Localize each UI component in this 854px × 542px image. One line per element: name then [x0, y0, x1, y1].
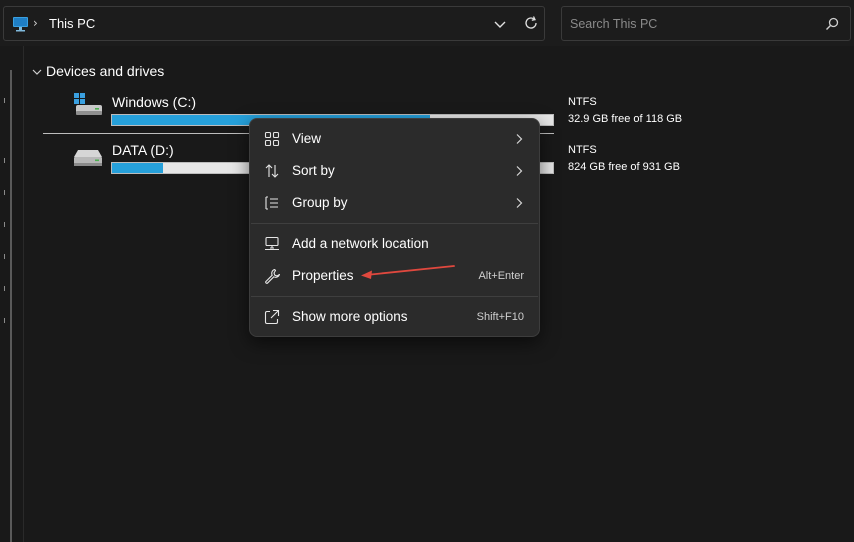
- menu-item-sort-by[interactable]: Sort by: [254, 156, 535, 186]
- menu-item-label: Show more options: [292, 309, 408, 324]
- chevron-down-icon[interactable]: [492, 16, 508, 32]
- wrench-icon: [265, 268, 280, 284]
- menu-separator: [251, 223, 538, 224]
- network-location-icon: [265, 236, 279, 251]
- pc-icon: [13, 17, 28, 32]
- search-box[interactable]: [561, 6, 851, 41]
- sort-icon: [265, 164, 279, 178]
- menu-item-show-more-options[interactable]: Show more options Shift+F10: [254, 302, 535, 332]
- share-icon: [264, 309, 280, 325]
- menu-item-properties[interactable]: Properties Alt+Enter: [254, 261, 535, 291]
- search-icon[interactable]: [824, 16, 840, 32]
- usage-bar-fill: [112, 163, 163, 173]
- menu-item-label: View: [292, 131, 322, 146]
- nav-pane-marker: [0, 254, 5, 259]
- menu-item-label: Add a network location: [292, 236, 429, 251]
- chevron-down-icon[interactable]: [31, 66, 43, 78]
- hard-drive-icon: [74, 150, 102, 166]
- nav-pane-marker: [0, 190, 5, 195]
- drive-name: DATA (D:): [112, 142, 174, 158]
- nav-pane-marker: [0, 286, 5, 291]
- nav-pane-marker: [0, 318, 5, 323]
- chevron-right-icon: [516, 198, 523, 208]
- menu-item-add-network-location[interactable]: Add a network location: [254, 229, 535, 259]
- toolbar: › This PC: [0, 0, 854, 46]
- filesystem-label: NTFS: [568, 96, 597, 108]
- refresh-icon[interactable]: [523, 15, 539, 31]
- menu-item-shortcut: Shift+F10: [476, 311, 524, 323]
- free-space-label: 824 GB free of 931 GB: [568, 161, 680, 173]
- breadcrumb-separator[interactable]: ›: [33, 16, 38, 30]
- search-input[interactable]: [570, 14, 810, 34]
- group-icon: [265, 196, 278, 210]
- navigation-pane[interactable]: [0, 46, 24, 542]
- context-menu: View Sort by Group by Add a network loca: [249, 118, 540, 337]
- group-label: Devices and drives: [46, 63, 165, 79]
- breadcrumb-this-pc[interactable]: This PC: [49, 16, 95, 31]
- windows-drive-icon: [74, 93, 102, 115]
- menu-item-label: Group by: [292, 195, 348, 210]
- nav-pane-marker: [0, 98, 5, 103]
- address-bar[interactable]: › This PC: [3, 6, 545, 41]
- grid-icon: [264, 131, 280, 147]
- free-space-label: 32.9 GB free of 118 GB: [568, 113, 683, 125]
- nav-pane-marker: [0, 222, 5, 227]
- drive-name: Windows (C:): [112, 94, 197, 110]
- pane-divider[interactable]: [23, 46, 24, 542]
- chevron-right-icon: [516, 134, 523, 144]
- nav-pane-marker: [0, 158, 5, 163]
- menu-separator: [251, 296, 538, 297]
- menu-item-view[interactable]: View: [254, 124, 535, 154]
- navigation-scrollbar[interactable]: [10, 70, 12, 542]
- menu-item-label: Properties: [292, 268, 354, 283]
- menu-item-group-by[interactable]: Group by: [254, 188, 535, 218]
- menu-item-label: Sort by: [292, 163, 335, 178]
- chevron-right-icon: [516, 166, 523, 176]
- filesystem-label: NTFS: [568, 144, 597, 156]
- menu-item-shortcut: Alt+Enter: [478, 270, 524, 282]
